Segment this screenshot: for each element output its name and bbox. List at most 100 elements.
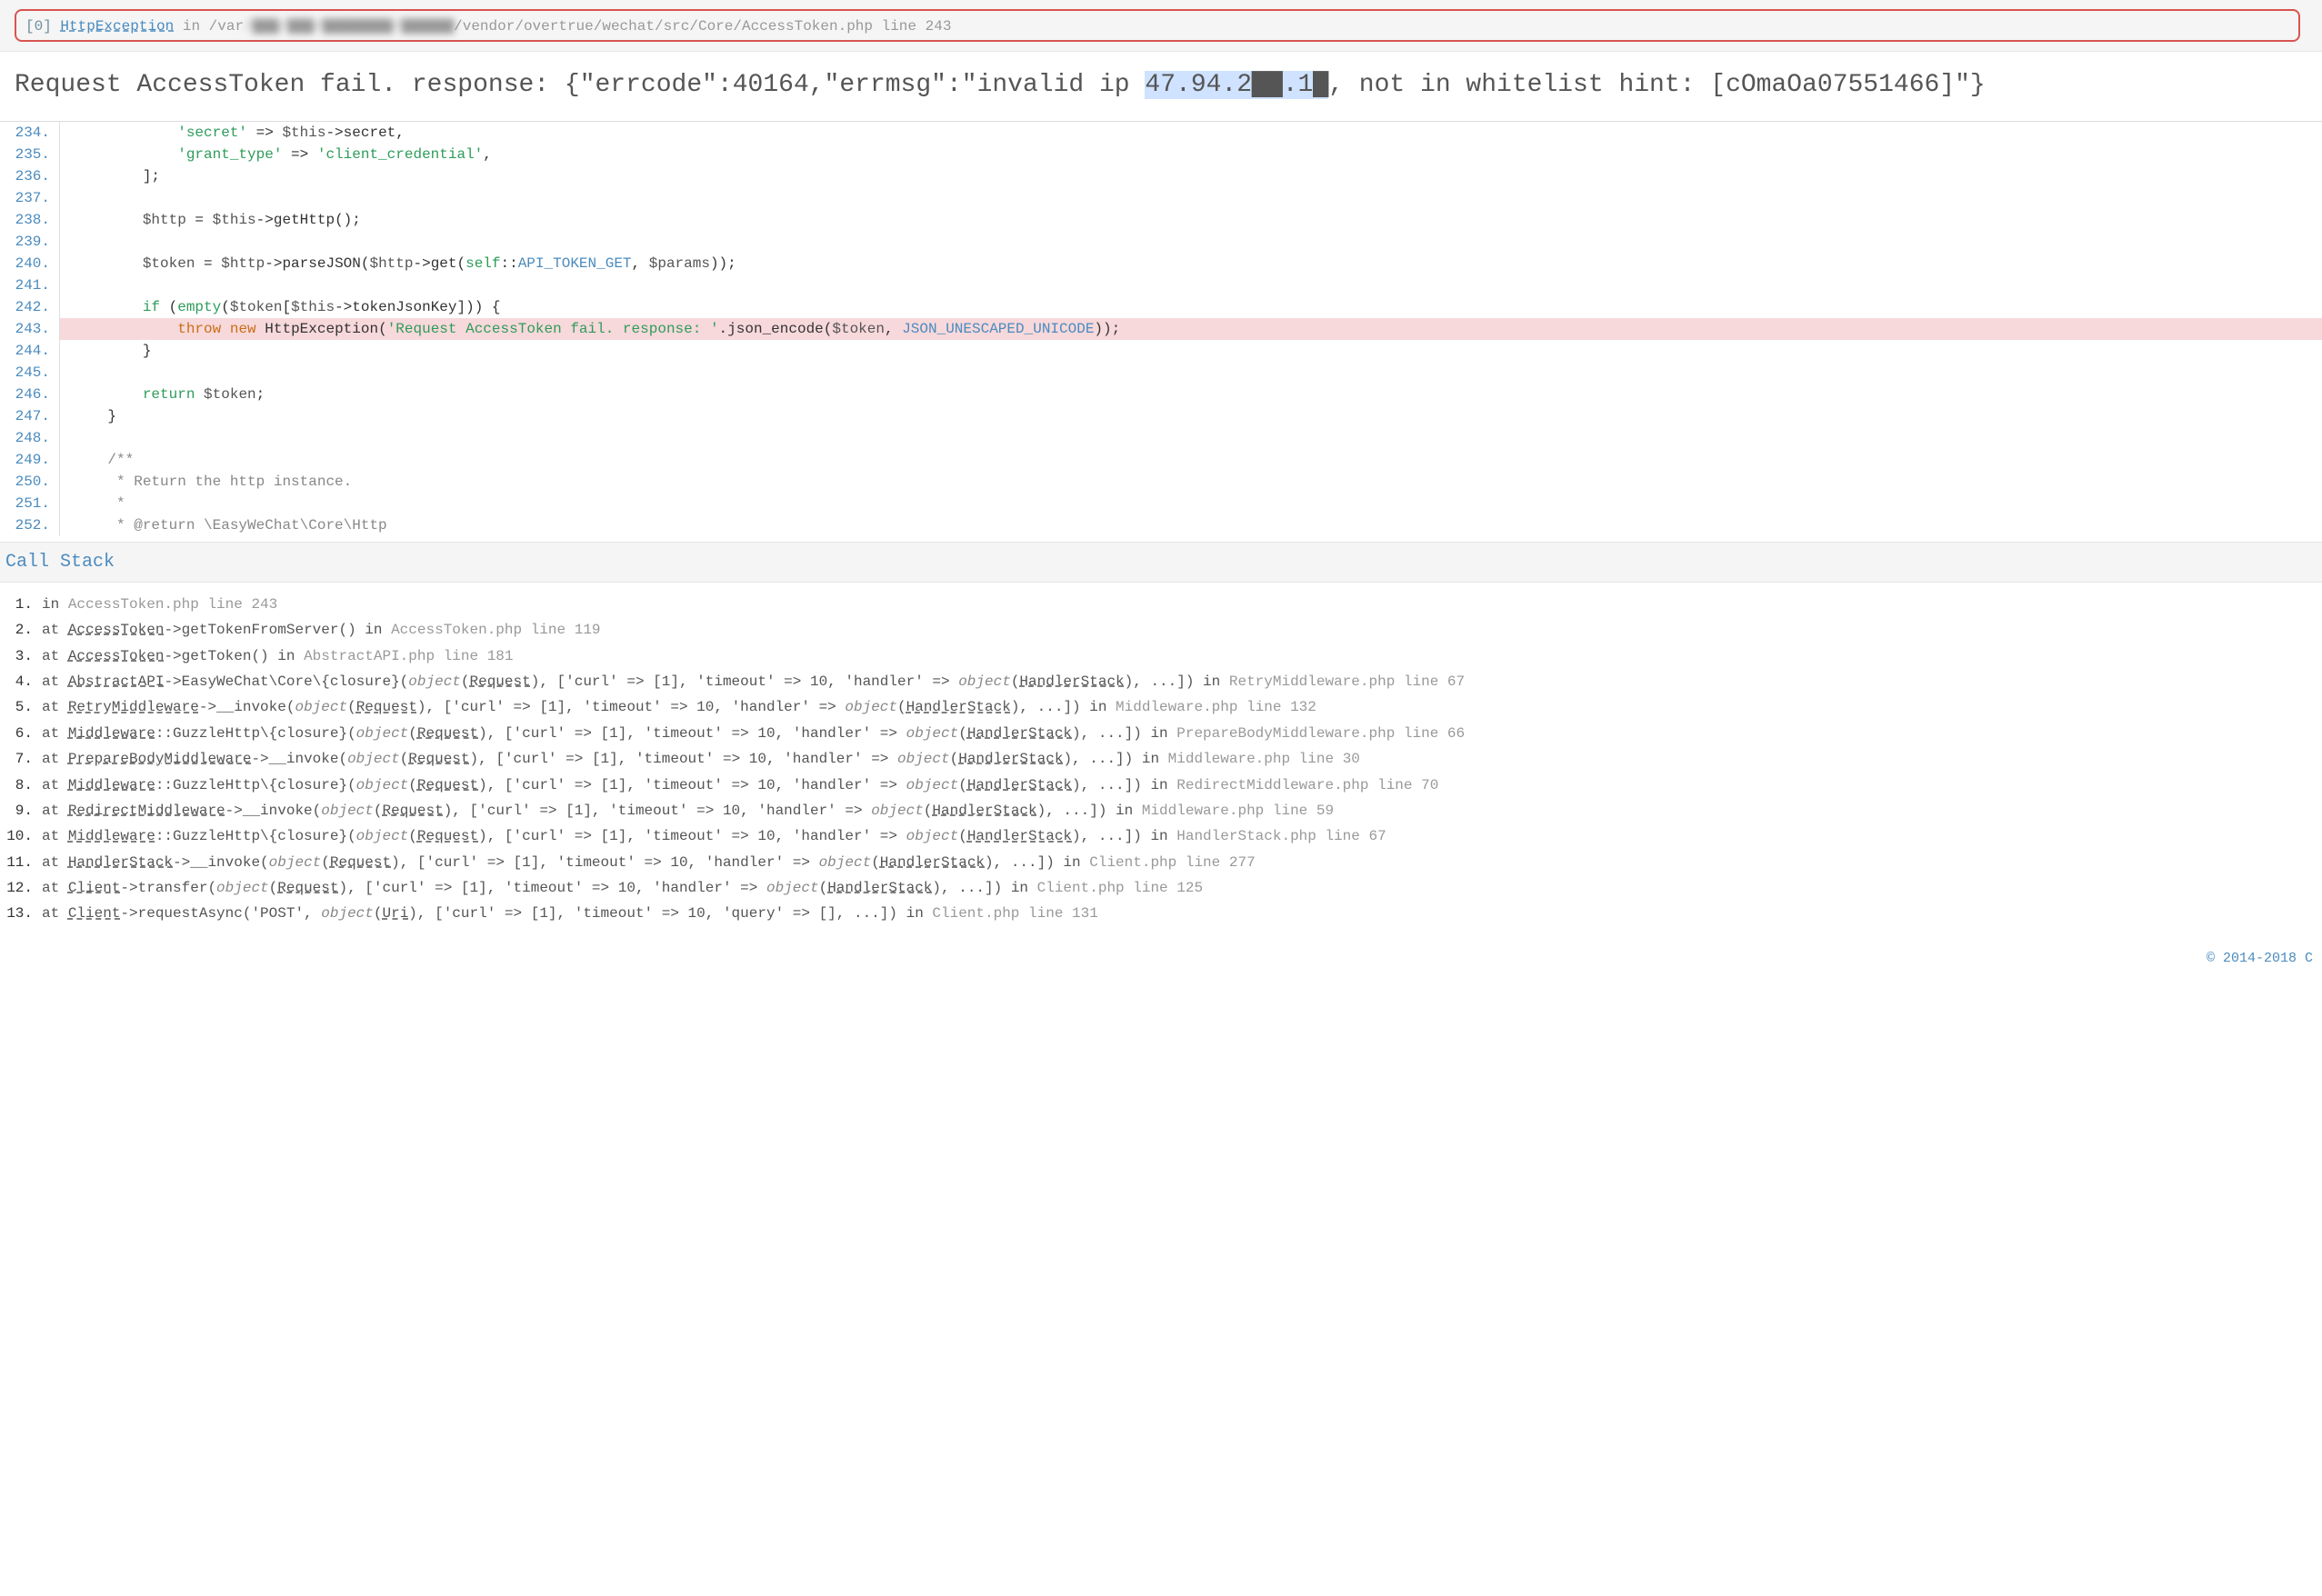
stack-frame-body: at Middleware::GuzzleHttp\{closure}(obje… xyxy=(42,775,2322,795)
code-content xyxy=(60,362,2322,384)
line-number: 245. xyxy=(0,362,60,384)
code-content: } xyxy=(60,405,2322,427)
code-line: 237. xyxy=(0,187,2322,209)
code-content: * @return \EasyWeChat\Core\Http xyxy=(60,514,2322,536)
code-line: 242. if (empty($token[$this->tokenJsonKe… xyxy=(0,296,2322,318)
code-content: * xyxy=(60,493,2322,514)
error-message-post: , not in whitelist hint: [cOmaOa07551466… xyxy=(1328,71,1986,99)
code-content: return $token; xyxy=(60,384,2322,405)
callstack-title: Call Stack xyxy=(0,542,2322,583)
stack-frame: 6.at Middleware::GuzzleHttp\{closure}(ob… xyxy=(0,721,2322,746)
line-number: 238. xyxy=(0,209,60,231)
line-number: 249. xyxy=(0,449,60,471)
error-message: Request AccessToken fail. response: {"er… xyxy=(0,52,2322,122)
line-number: 237. xyxy=(0,187,60,209)
stack-frame-number: 2. xyxy=(0,620,42,640)
line-number: 234. xyxy=(0,122,60,144)
line-number: 246. xyxy=(0,384,60,405)
error-message-ip: 47.94.2▇▇.1▇ xyxy=(1145,71,1328,99)
line-number: 243. xyxy=(0,318,60,340)
exception-path-blurred: /▇▇▇/▇▇▇/▇▇▇▇▇▇▇▇/▇▇▇▇▇▇ xyxy=(244,18,454,35)
stack-frame-body: at PrepareBodyMiddleware->__invoke(objec… xyxy=(42,749,2322,769)
line-number: 236. xyxy=(0,165,60,187)
code-line: 241. xyxy=(0,274,2322,296)
stack-frame-body: at RetryMiddleware->__invoke(object(Requ… xyxy=(42,697,2322,717)
code-content: 'grant_type' => 'client_credential', xyxy=(60,144,2322,165)
line-number: 248. xyxy=(0,427,60,449)
code-line: 248. xyxy=(0,427,2322,449)
stack-frame: 3.at AccessToken->getToken() in Abstract… xyxy=(0,643,2322,669)
code-line: 235. 'grant_type' => 'client_credential'… xyxy=(0,144,2322,165)
stack-frame-number: 6. xyxy=(0,723,42,743)
code-content: } xyxy=(60,340,2322,362)
line-number: 235. xyxy=(0,144,60,165)
line-number: 244. xyxy=(0,340,60,362)
code-content: $http = $this->getHttp(); xyxy=(60,209,2322,231)
code-line: 250. * Return the http instance. xyxy=(0,471,2322,493)
exception-class-link[interactable]: HttpException xyxy=(60,18,174,35)
stack-frame-body: at AbstractAPI->EasyWeChat\Core\{closure… xyxy=(42,672,2322,692)
stack-frame: 10.at Middleware::GuzzleHttp\{closure}(o… xyxy=(0,823,2322,849)
exception-index: [0] xyxy=(25,18,52,35)
code-content: ]; xyxy=(60,165,2322,187)
code-line: 244. } xyxy=(0,340,2322,362)
stack-frame: 11.at HandlerStack->__invoke(object(Requ… xyxy=(0,850,2322,875)
stack-frame: 4.at AbstractAPI->EasyWeChat\Core\{closu… xyxy=(0,669,2322,694)
stack-frame-body: at AccessToken->getTokenFromServer() in … xyxy=(42,620,2322,640)
stack-frame-body: at RedirectMiddleware->__invoke(object(R… xyxy=(42,801,2322,821)
stack-frame-body: at HandlerStack->__invoke(object(Request… xyxy=(42,853,2322,873)
stack-frame-body: at AccessToken->getToken() in AbstractAP… xyxy=(42,646,2322,666)
stack-frame-body: in AccessToken.php line 243 xyxy=(42,594,2322,614)
stack-frame-body: at Middleware::GuzzleHttp\{closure}(obje… xyxy=(42,723,2322,743)
stack-frame: 8.at Middleware::GuzzleHttp\{closure}(ob… xyxy=(0,773,2322,798)
line-number: 251. xyxy=(0,493,60,514)
code-line: 239. xyxy=(0,231,2322,253)
line-number: 250. xyxy=(0,471,60,493)
line-number: 242. xyxy=(0,296,60,318)
stack-frame: 1.in AccessToken.php line 243 xyxy=(0,592,2322,617)
stack-frame-number: 9. xyxy=(0,801,42,821)
code-content: $token = $http->parseJSON($http->get(sel… xyxy=(60,253,2322,274)
code-content: if (empty($token[$this->tokenJsonKey])) … xyxy=(60,296,2322,318)
code-line: 234. 'secret' => $this->secret, xyxy=(0,122,2322,144)
stack-frame-number: 10. xyxy=(0,826,42,846)
stack-frame-number: 7. xyxy=(0,749,42,769)
code-content xyxy=(60,427,2322,449)
exception-bar: [0] HttpException in /var/▇▇▇/▇▇▇/▇▇▇▇▇▇… xyxy=(0,0,2322,52)
exception-in: in xyxy=(174,18,208,35)
footer-copyright: © 2014-2018 C xyxy=(0,945,2322,975)
line-number: 240. xyxy=(0,253,60,274)
stack-frame-number: 5. xyxy=(0,697,42,717)
stack-frame: 5.at RetryMiddleware->__invoke(object(Re… xyxy=(0,694,2322,720)
stack-frame-body: at Client->transfer(object(Request), ['c… xyxy=(42,878,2322,898)
line-number: 252. xyxy=(0,514,60,536)
line-number: 247. xyxy=(0,405,60,427)
exception-summary: [0] HttpException in /var/▇▇▇/▇▇▇/▇▇▇▇▇▇… xyxy=(15,9,2300,42)
stack-frame-body: at Client->requestAsync('POST', object(U… xyxy=(42,903,2322,923)
code-content xyxy=(60,274,2322,296)
stack-frame-number: 13. xyxy=(0,903,42,923)
code-line: 251. * xyxy=(0,493,2322,514)
stack-frame: 13.at Client->requestAsync('POST', objec… xyxy=(0,901,2322,926)
exception-path-post: /vendor/overtrue/wechat/src/Core/AccessT… xyxy=(454,18,951,35)
stack-frame: 12.at Client->transfer(object(Request), … xyxy=(0,875,2322,901)
stack-frame: 2.at AccessToken->getTokenFromServer() i… xyxy=(0,617,2322,643)
code-line: 249. /** xyxy=(0,449,2322,471)
stack-frame: 7.at PrepareBodyMiddleware->__invoke(obj… xyxy=(0,746,2322,772)
stack-frame-number: 12. xyxy=(0,878,42,898)
code-line: 245. xyxy=(0,362,2322,384)
code-content xyxy=(60,187,2322,209)
code-content: 'secret' => $this->secret, xyxy=(60,122,2322,144)
line-number: 239. xyxy=(0,231,60,253)
stack-frame: 9.at RedirectMiddleware->__invoke(object… xyxy=(0,798,2322,823)
code-line: 238. $http = $this->getHttp(); xyxy=(0,209,2322,231)
line-number: 241. xyxy=(0,274,60,296)
error-message-pre: Request AccessToken fail. response: {"er… xyxy=(15,71,1145,99)
stack-frame-body: at Middleware::GuzzleHttp\{closure}(obje… xyxy=(42,826,2322,846)
code-content xyxy=(60,231,2322,253)
code-line: 252. * @return \EasyWeChat\Core\Http xyxy=(0,514,2322,536)
stack-frame-number: 8. xyxy=(0,775,42,795)
code-content: * Return the http instance. xyxy=(60,471,2322,493)
stack-frame-number: 11. xyxy=(0,853,42,873)
callstack: 1.in AccessToken.php line 2432.at Access… xyxy=(0,583,2322,945)
